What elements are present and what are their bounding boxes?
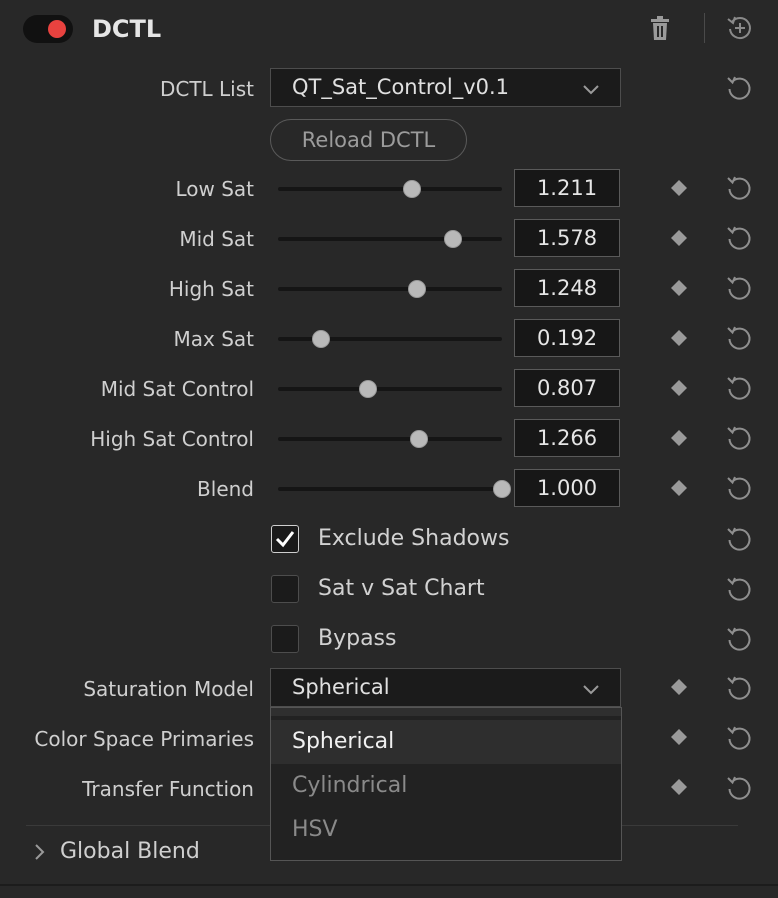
checkmark-icon	[272, 531, 298, 556]
slider-thumb[interactable]	[312, 330, 330, 348]
reset-icon[interactable]	[724, 473, 754, 503]
slider-track[interactable]	[278, 237, 502, 241]
slider-value-field[interactable]: 1.000	[514, 469, 620, 507]
reset-icon[interactable]	[724, 73, 754, 103]
dctl-list-value: QT_Sat_Control_v0.1	[292, 75, 510, 99]
enable-toggle[interactable]	[23, 15, 73, 43]
checkbox-label: Bypass	[318, 626, 397, 651]
reset-icon[interactable]	[724, 373, 754, 403]
saturation-model-menu: Spherical Cylindrical HSV	[270, 707, 622, 861]
slider-thumb[interactable]	[359, 380, 377, 398]
keyframe-icon[interactable]	[669, 428, 689, 448]
chevron-right-icon	[34, 843, 46, 865]
slider-thumb[interactable]	[408, 280, 426, 298]
slider-thumb[interactable]	[403, 180, 421, 198]
menu-option-spherical[interactable]: Spherical	[271, 720, 621, 764]
reset-icon[interactable]	[724, 223, 754, 253]
keyframe-icon[interactable]	[669, 378, 689, 398]
global-blend-label: Global Blend	[60, 839, 200, 864]
keyframe-icon[interactable]	[669, 677, 689, 697]
reset-icon[interactable]	[724, 574, 754, 604]
keyframe-icon[interactable]	[669, 777, 689, 797]
slider-label: Max Sat	[173, 327, 255, 351]
slider-value-field[interactable]: 1.211	[514, 169, 620, 207]
panel-title: DCTL	[92, 15, 162, 43]
slider-track[interactable]	[278, 187, 502, 191]
reset-icon[interactable]	[724, 173, 754, 203]
checkbox[interactable]	[271, 575, 299, 603]
checkbox-label: Sat v Sat Chart	[318, 576, 485, 601]
slider-label: Mid Sat	[179, 227, 254, 251]
slider-value-field[interactable]: 1.266	[514, 419, 620, 457]
reload-dctl-label: Reload DCTL	[301, 128, 436, 152]
slider-value-field[interactable]: 0.192	[514, 319, 620, 357]
bottom-divider	[0, 884, 778, 886]
slider-label: High Sat	[168, 277, 254, 301]
reset-icon[interactable]	[724, 773, 754, 803]
reset-icon[interactable]	[724, 673, 754, 703]
reset-icon[interactable]	[724, 323, 754, 353]
keyframe-icon[interactable]	[669, 328, 689, 348]
slider-value-field[interactable]: 1.578	[514, 219, 620, 257]
keyframe-icon[interactable]	[669, 228, 689, 248]
slider-label: High Sat Control	[90, 427, 254, 451]
reset-all-icon[interactable]	[726, 14, 754, 42]
chevron-down-icon	[582, 681, 600, 700]
menu-option-cylindrical[interactable]: Cylindrical	[271, 764, 621, 808]
reset-icon[interactable]	[724, 624, 754, 654]
slider-label: Blend	[197, 477, 254, 501]
slider-value-field[interactable]: 1.248	[514, 269, 620, 307]
reload-dctl-button[interactable]: Reload DCTL	[270, 119, 467, 161]
reset-icon[interactable]	[724, 273, 754, 303]
dctl-list-label: DCTL List	[159, 77, 254, 101]
reset-icon[interactable]	[724, 423, 754, 453]
keyframe-icon[interactable]	[669, 478, 689, 498]
slider-track[interactable]	[278, 387, 502, 391]
saturation-model-label: Saturation Model	[83, 677, 254, 701]
slider-label: Low Sat	[175, 177, 254, 201]
keyframe-icon[interactable]	[669, 178, 689, 198]
trash-icon[interactable]	[648, 15, 672, 41]
slider-track[interactable]	[278, 287, 502, 291]
saturation-model-value: Spherical	[292, 675, 390, 699]
color-space-primaries-label: Color Space Primaries	[34, 727, 254, 751]
dctl-list-dropdown[interactable]: QT_Sat_Control_v0.1	[270, 68, 621, 107]
keyframe-icon[interactable]	[669, 278, 689, 298]
reset-icon[interactable]	[724, 524, 754, 554]
keyframe-icon[interactable]	[669, 727, 689, 747]
saturation-model-dropdown[interactable]: Spherical	[270, 668, 621, 707]
slider-thumb[interactable]	[493, 480, 511, 498]
slider-track[interactable]	[278, 437, 502, 441]
slider-value-field[interactable]: 0.807	[514, 369, 620, 407]
slider-track[interactable]	[278, 487, 502, 491]
checkbox-label: Exclude Shadows	[318, 526, 510, 551]
toggle-indicator	[48, 20, 66, 38]
checkbox[interactable]	[271, 625, 299, 653]
slider-thumb[interactable]	[410, 430, 428, 448]
slider-thumb[interactable]	[444, 230, 462, 248]
menu-option-hsv[interactable]: HSV	[271, 808, 621, 852]
transfer-function-label: Transfer Function	[82, 777, 254, 801]
slider-label: Mid Sat Control	[100, 377, 254, 401]
chevron-down-icon	[582, 81, 600, 100]
menu-top-strip	[271, 708, 621, 716]
reset-icon[interactable]	[724, 723, 754, 753]
checkbox[interactable]	[271, 525, 299, 553]
header-divider	[704, 13, 705, 43]
